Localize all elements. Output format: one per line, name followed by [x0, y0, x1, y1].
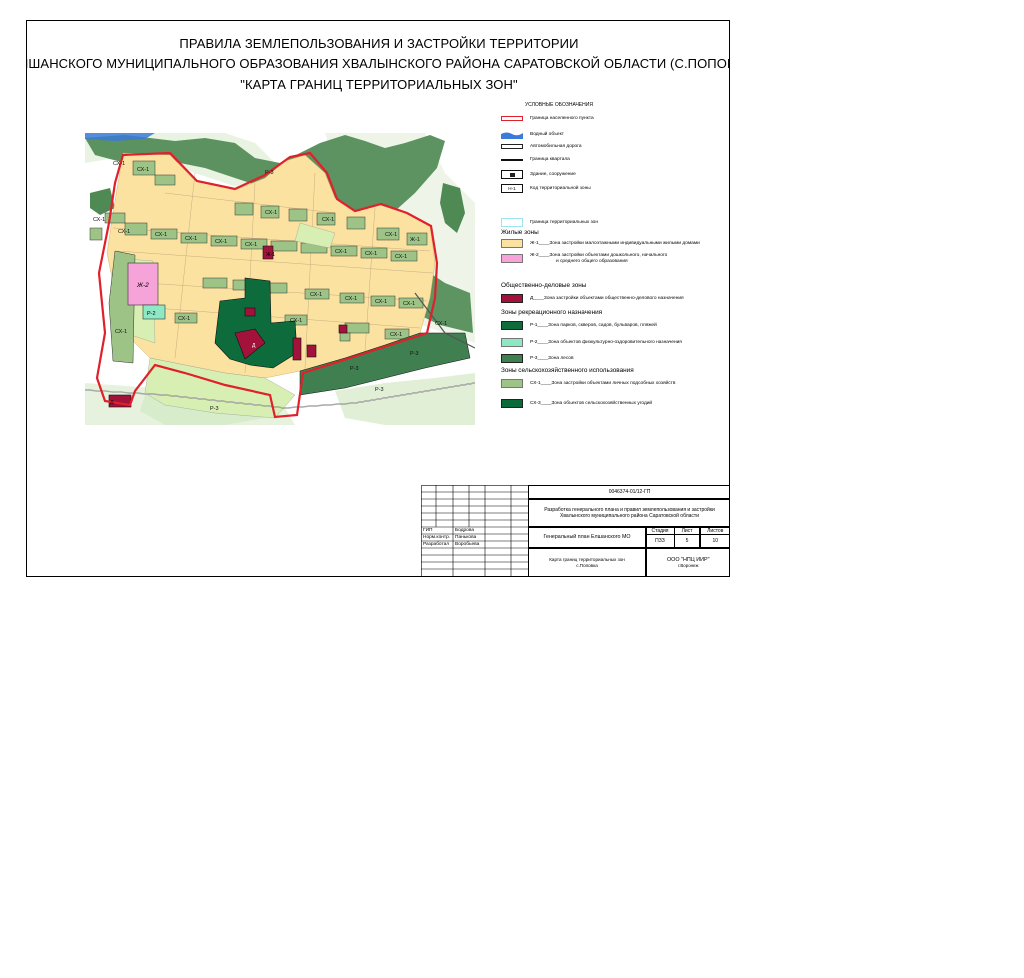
stamp-role-2: Разработал: [423, 542, 450, 547]
road-symbol: [501, 144, 523, 150]
svg-text:СХ-1: СХ-1: [245, 242, 257, 248]
label-zh2: Ж-2: [136, 282, 149, 289]
svg-text:СХ-1: СХ-1: [215, 239, 227, 245]
svg-text:СХ-1: СХ-1: [137, 167, 149, 173]
svg-text:СХ-1: СХ-1: [155, 232, 167, 238]
svg-text:СХ-1: СХ-1: [345, 296, 357, 302]
stamp-stage: ПЗЗ: [645, 534, 675, 548]
svg-text:СХ-1: СХ-1: [322, 217, 334, 223]
svg-text:Р-3: Р-3: [265, 170, 274, 176]
legend-item-quarter: Граница квартала: [501, 157, 570, 163]
svg-text:Р-3: Р-3: [375, 387, 384, 393]
legend-item-r1: Р-1____Зона парков, скверов, садов, буль…: [501, 321, 657, 330]
legend-item-r3: Р-3____Зона лесов: [501, 354, 574, 363]
stamp-sheet: 5: [674, 534, 700, 548]
drawing-sheet: ПРАВИЛА ЗЕМЛЕПОЛЬЗОВАНИЯ И ЗАСТРОЙКИ ТЕР…: [26, 20, 730, 577]
svg-text:СХ-1: СХ-1: [335, 249, 347, 255]
svg-text:СХ-1: СХ-1: [395, 254, 407, 260]
stamp-role-0: ГИП: [423, 528, 433, 533]
svg-text:СХ-1: СХ-1: [385, 232, 397, 238]
label-zh1-public: Ж-1: [266, 252, 275, 258]
r1-swatch: [501, 321, 523, 330]
svg-text:Ж-1: Ж-1: [410, 237, 420, 243]
legend-item-road: Автомобильная дорога: [501, 144, 582, 150]
legend-item-water: Водный объект: [501, 130, 564, 139]
svg-text:СХ-1: СХ-1: [115, 329, 127, 335]
svg-text:СХ-1: СХ-1: [375, 299, 387, 305]
stamp-person-1: Панькова: [455, 535, 477, 540]
quarter-symbol: [501, 158, 523, 161]
r3-swatch: [501, 354, 523, 363]
stamp-code: 0046374-01/12-ГП: [528, 485, 729, 499]
svg-text:СХ-1: СХ-1: [93, 217, 105, 223]
svg-text:СХ-1: СХ-1: [265, 210, 277, 216]
svg-text:Р-3: Р-3: [350, 366, 359, 372]
zoning-map[interactable]: Ж-2 Р-2 Д Ж-1 СХ-1 СХ-1 СХ-1 СХ-1 СХ-1 С…: [85, 133, 475, 425]
sx3-swatch: [501, 399, 523, 408]
legend-item-settlement-boundary: Граница населенного пункта: [501, 116, 594, 122]
svg-text:СХ-1: СХ-1: [365, 251, 377, 257]
legend-item-zone-code: Н-1 Код территориальной зоны: [501, 184, 591, 193]
building-symbol: [501, 170, 523, 179]
legend-group-public: Общественно-деловые зоны: [501, 282, 587, 289]
stamp-sheets: 10: [699, 534, 729, 548]
stamp-role-1: Норм.контр.: [423, 535, 451, 540]
svg-text:СХ-1: СХ-1: [113, 161, 125, 167]
svg-text:СХ-1: СХ-1: [178, 316, 190, 322]
legend-item-zh1: Ж-1____Зона застройки малоэтажными индив…: [501, 239, 700, 248]
stamp-sheet-title: Карта границ территориальных зон с.Попов…: [528, 547, 646, 576]
svg-text:СХ-1: СХ-1: [310, 292, 322, 298]
legend-group-recreation: Зоны рекреационного назначения: [501, 309, 603, 316]
stamp-person-0: Бодрова: [455, 528, 475, 533]
legend-heading: УСЛОВНЫЕ ОБОЗНАЧЕНИЯ: [525, 102, 593, 108]
svg-text:СХ-1: СХ-1: [290, 318, 302, 324]
title-line-2: ЕЛШАНСКОГО МУНИЦИПАЛЬНОГО ОБРАЗОВАНИЯ ХВ…: [26, 56, 730, 71]
stamp-name: Генеральный план Елшанского МО: [528, 526, 646, 548]
svg-text:СХ-1: СХ-1: [435, 321, 447, 327]
legend-item-building: Здание, сооружение: [501, 170, 576, 179]
zone-boundary-symbol: [501, 218, 523, 227]
legend-item-sx3: СХ-3____Зона объектов сельскохозяйственн…: [501, 399, 652, 408]
sx1-swatch: [501, 379, 523, 388]
water-symbol: [501, 132, 523, 139]
svg-text:СХ-1: СХ-1: [118, 229, 130, 235]
svg-text:Р-3: Р-3: [210, 406, 219, 412]
d-swatch: [501, 294, 523, 303]
legend-item-d: Д____Зона застройки объектами общественн…: [501, 294, 684, 303]
stamp-grid: [421, 485, 529, 576]
zone-code-symbol: Н-1: [501, 184, 523, 193]
svg-text:Д: Д: [110, 400, 114, 406]
legend-item-zh2: Ж-2____Зона застройки объектами дошкольн…: [501, 253, 667, 264]
boundary-symbol: [501, 116, 523, 122]
zh1-swatch: [501, 239, 523, 248]
legend-group-residential: Жилые зоны: [501, 229, 539, 236]
title-line-1: ПРАВИЛА ЗЕМЛЕПОЛЬЗОВАНИЯ И ЗАСТРОЙКИ ТЕР…: [179, 36, 579, 51]
zh2-swatch: [501, 254, 523, 263]
stamp-city: г.Воронеж: [678, 562, 699, 568]
legend-item-zone-boundary: Граница территориальных зон: [501, 218, 598, 227]
title-line-3: "КАРТА ГРАНИЦ ТЕРРИТОРИАЛЬНЫХ ЗОН": [240, 77, 518, 92]
svg-text:СХ-1: СХ-1: [390, 332, 402, 338]
r2-swatch: [501, 338, 523, 347]
title-block-stamp: ГИП Бодрова Норм.контр. Панькова Разрабо…: [421, 485, 729, 576]
svg-text:СХ-1: СХ-1: [185, 236, 197, 242]
svg-text:Р-3: Р-3: [410, 351, 419, 357]
legend-item-r2: Р-2____Зона объектов физкультурно-оздоро…: [501, 338, 682, 347]
legend-item-sx1: СХ-1____Зона застройки объектами личных …: [501, 379, 675, 388]
stamp-person-2: Воробьева: [455, 542, 480, 547]
stamp-org-cell: ООО "НПЦ ИИР" г.Воронеж: [645, 547, 729, 576]
legend-group-agri: Зоны сельскохозяйственного использования: [501, 367, 634, 374]
stamp-project: Разработка генерального плана и правил з…: [528, 498, 729, 527]
svg-text:СХ-1: СХ-1: [403, 301, 415, 307]
label-r2: Р-2: [147, 311, 156, 317]
